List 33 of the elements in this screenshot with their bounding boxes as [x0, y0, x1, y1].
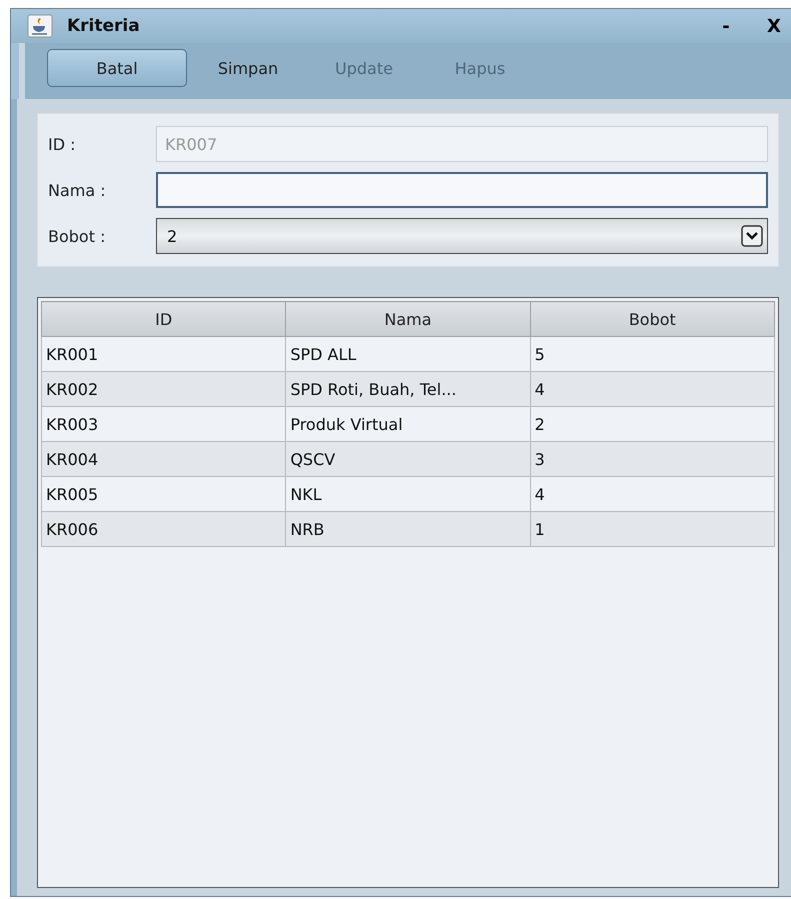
table-cell: NKL — [286, 476, 530, 512]
field-label: Nama : — [48, 180, 107, 200]
table-cell: 2 — [530, 406, 774, 442]
toolbar-button[interactable]: Simpan — [193, 49, 303, 87]
table-cell: KR005 — [42, 476, 286, 512]
dropdown[interactable]: 2 — [156, 218, 768, 254]
field-label: ID : — [48, 134, 77, 154]
input-field[interactable] — [156, 172, 768, 208]
table-cell: KR003 — [42, 406, 286, 442]
column-header[interactable]: Bobot — [530, 302, 774, 336]
java-cup-icon — [27, 14, 53, 38]
column-header[interactable]: ID — [42, 302, 286, 336]
table-cell: KR002 — [42, 372, 286, 406]
field-label: Bobot : — [48, 226, 106, 246]
table-cell: SPD Roti, Buah, Tel... — [286, 372, 530, 406]
table-cell: KR004 — [42, 442, 286, 476]
table-cell: SPD ALL — [286, 336, 530, 372]
table-cell: NRB — [286, 512, 530, 546]
table-cell: 5 — [530, 336, 774, 372]
chevron-down-icon — [741, 225, 763, 247]
table-cell: 1 — [530, 512, 774, 546]
table-cell: 3 — [530, 442, 774, 476]
table-cell: KR001 — [42, 336, 286, 372]
window-title: Kriteria — [67, 16, 141, 36]
table-cell: QSCV — [286, 442, 530, 476]
table-cell: KR006 — [42, 512, 286, 546]
close-icon[interactable]: X — [757, 16, 791, 36]
toolbar-button[interactable]: Batal — [47, 49, 187, 87]
table-cell: 4 — [530, 372, 774, 406]
column-header[interactable]: Nama — [286, 302, 530, 336]
table-cell: Produk Virtual — [286, 406, 530, 442]
minimize-icon[interactable]: - — [709, 16, 743, 36]
table-cell: 4 — [530, 476, 774, 512]
